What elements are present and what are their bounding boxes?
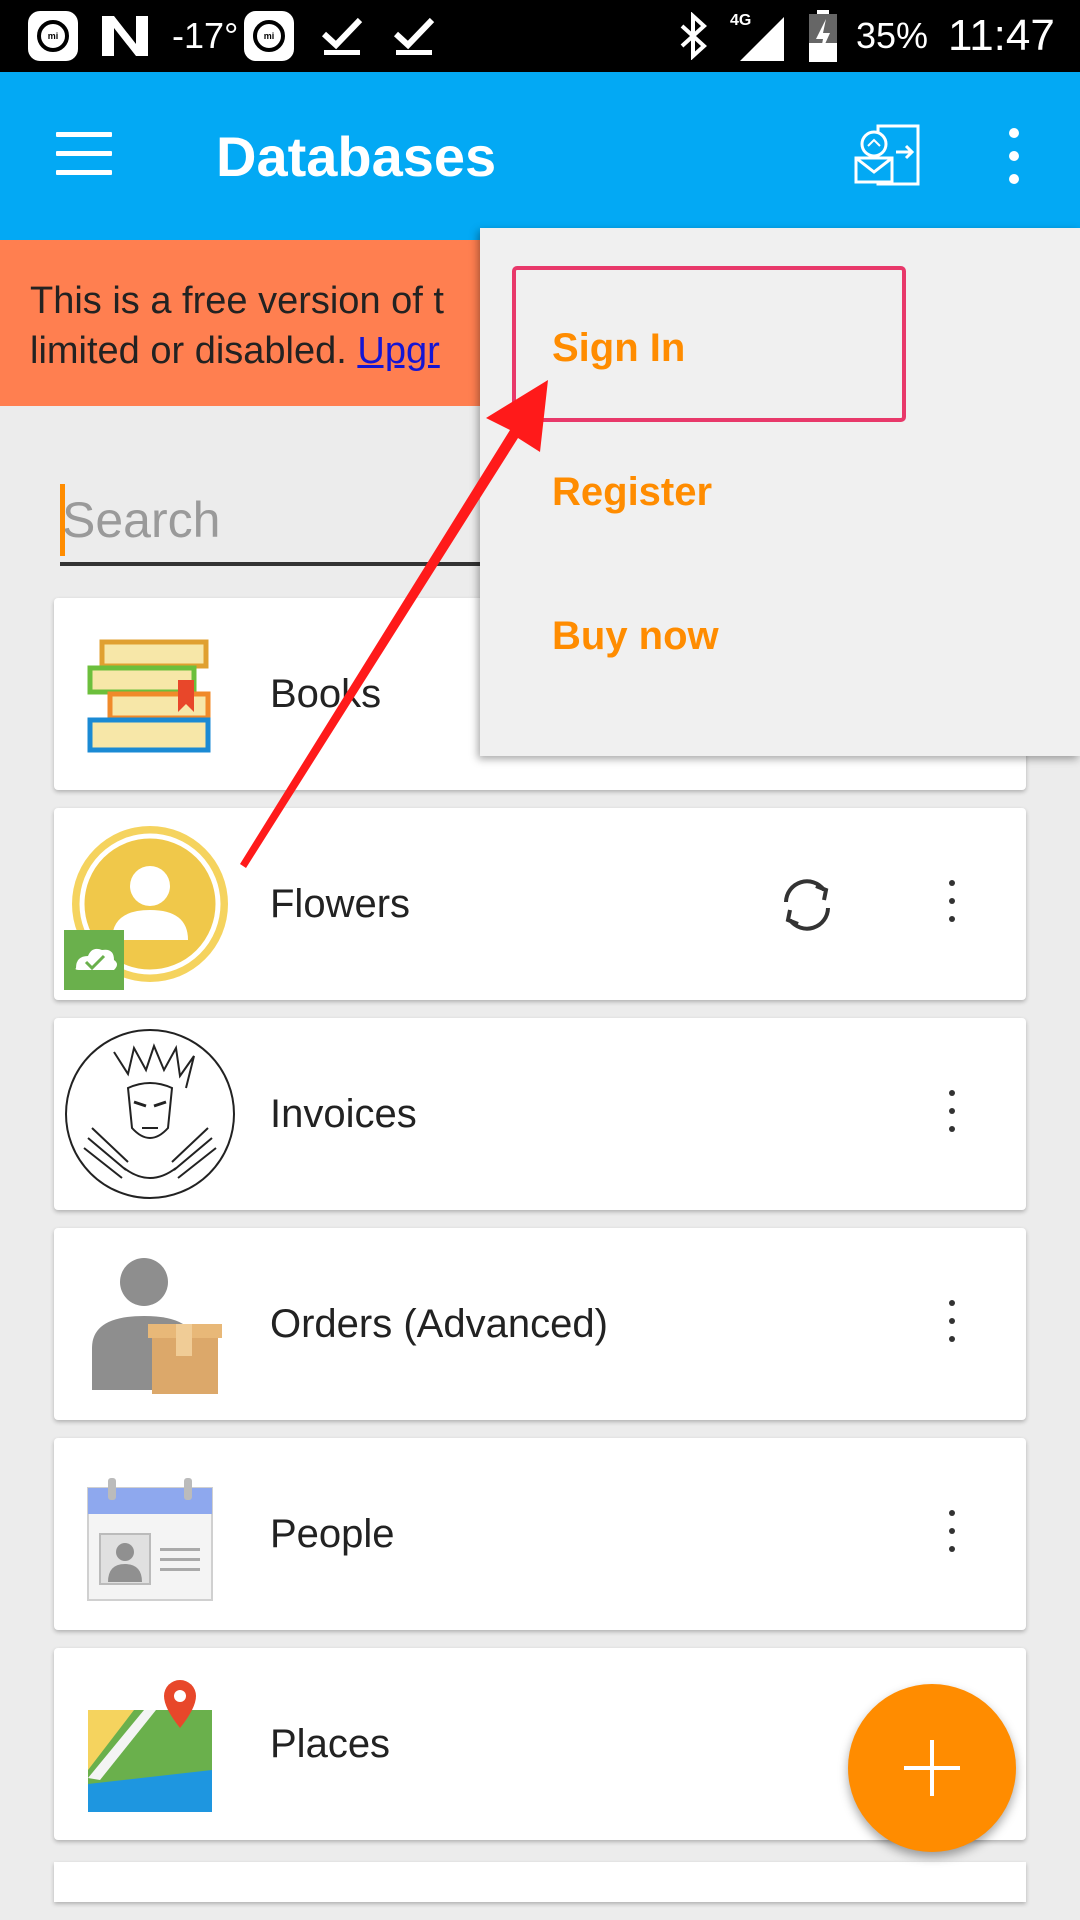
status-bar: mi -17° mi 4G 35% 11:47 bbox=[0, 0, 1080, 72]
database-item-partial[interactable] bbox=[54, 1862, 1026, 1902]
database-name: Flowers bbox=[270, 881, 411, 926]
network-type: 4G bbox=[730, 12, 751, 29]
mi-icon: mi bbox=[28, 0, 78, 72]
hamburger-menu-icon[interactable] bbox=[56, 132, 112, 176]
database-item-people[interactable]: People bbox=[54, 1438, 1026, 1630]
n-icon bbox=[100, 0, 150, 72]
upgrade-link[interactable]: Upgr bbox=[357, 330, 439, 372]
battery-charging-icon bbox=[808, 0, 838, 72]
annotation-highlight-box bbox=[512, 266, 906, 422]
more-options-icon[interactable] bbox=[944, 1300, 960, 1350]
bluetooth-icon bbox=[678, 0, 710, 72]
page-title: Databases bbox=[216, 125, 497, 188]
books-icon bbox=[64, 608, 236, 780]
database-name: Books bbox=[270, 671, 382, 716]
database-item-orders-advanced[interactable]: Orders (Advanced) bbox=[54, 1228, 1026, 1420]
sync-account-icon[interactable] bbox=[852, 122, 922, 188]
database-name: Orders (Advanced) bbox=[270, 1301, 608, 1346]
overflow-menu-icon[interactable] bbox=[1000, 128, 1028, 188]
sync-icon[interactable] bbox=[776, 874, 838, 936]
more-options-icon[interactable] bbox=[944, 1510, 960, 1560]
more-options-icon[interactable] bbox=[944, 1090, 960, 1140]
database-name: Places bbox=[270, 1721, 391, 1766]
id-card-icon bbox=[64, 1448, 236, 1620]
database-name: People bbox=[270, 1511, 395, 1556]
person-box-icon bbox=[64, 1238, 236, 1410]
user-cloud-icon bbox=[64, 818, 236, 990]
menu-item-register[interactable]: Register bbox=[552, 470, 712, 515]
clock: 11:47 bbox=[948, 11, 1055, 60]
mi-icon: mi bbox=[244, 0, 294, 72]
signal-icon: 4G bbox=[728, 0, 788, 72]
text-cursor bbox=[60, 484, 65, 556]
wolverine-sketch-icon bbox=[64, 1028, 236, 1200]
banner-text: limited or disabled. bbox=[30, 330, 358, 372]
database-item-invoices[interactable]: Invoices bbox=[54, 1018, 1026, 1210]
add-database-button[interactable] bbox=[848, 1684, 1016, 1852]
database-item-flowers[interactable]: Flowers bbox=[54, 808, 1026, 1000]
database-name: Invoices bbox=[270, 1091, 417, 1136]
battery-percent: 35% bbox=[856, 15, 929, 56]
download-done-icon bbox=[392, 0, 436, 72]
menu-item-buy-now[interactable]: Buy now bbox=[552, 614, 719, 659]
temperature-text: -17° bbox=[172, 15, 239, 56]
map-pin-icon bbox=[64, 1658, 236, 1830]
app-bar: Databases bbox=[0, 72, 1080, 240]
more-options-icon[interactable] bbox=[944, 880, 960, 930]
download-done-icon bbox=[320, 0, 364, 72]
